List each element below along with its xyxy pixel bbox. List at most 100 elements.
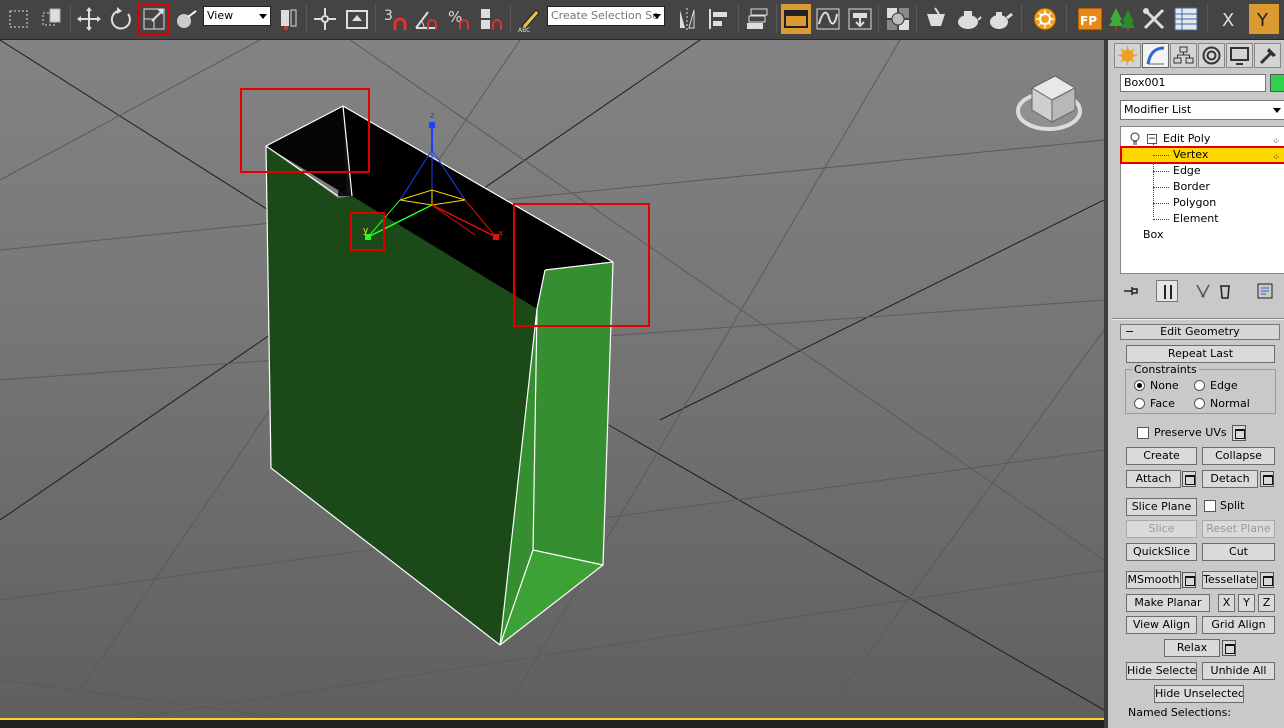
make-planar-x-button[interactable]: X (1218, 594, 1235, 612)
make-planar-z-button[interactable]: Z (1258, 594, 1275, 612)
radio-label: Face (1150, 397, 1175, 410)
constraint-none-radio[interactable] (1134, 380, 1145, 391)
daylight-icon[interactable] (1030, 4, 1060, 34)
repeat-last-button[interactable]: Repeat Last (1126, 345, 1275, 363)
constraint-normal-radio[interactable] (1194, 398, 1205, 409)
view-align-button[interactable]: View Align (1126, 616, 1197, 634)
graphite-ribbon-icon[interactable] (781, 4, 811, 34)
axis-x-constraint-button[interactable]: X (1215, 4, 1245, 34)
spinner-snap-icon[interactable] (476, 4, 506, 34)
hierarchy-tab-icon[interactable] (1170, 43, 1197, 68)
rendered-frame-icon[interactable] (953, 4, 983, 34)
layer-manager-icon[interactable] (743, 4, 773, 34)
constraint-face-radio[interactable] (1134, 398, 1145, 409)
tessellate-settings-icon[interactable] (1260, 572, 1274, 588)
tessellate-button[interactable]: Tessellate (1202, 571, 1258, 589)
select-manipulate-icon[interactable] (310, 4, 340, 34)
stack-item-label: Border (1173, 180, 1210, 193)
render-production-icon[interactable] (985, 4, 1015, 34)
axis-y-constraint-button[interactable]: Y (1249, 4, 1279, 34)
hide-unselected-button[interactable]: Hide Unselected (1154, 685, 1244, 703)
window-crossing-icon[interactable] (38, 4, 68, 34)
grid-align-button[interactable]: Grid Align (1202, 616, 1275, 634)
stack-item-edit-poly[interactable]: − Edit Poly ⁘ (1121, 131, 1284, 147)
slice-button[interactable]: Slice (1126, 520, 1197, 538)
keyboard-shortcut-icon[interactable] (342, 4, 372, 34)
collapse-minus-icon[interactable]: − (1147, 134, 1157, 144)
select-scale-icon[interactable] (138, 3, 170, 35)
svg-text:Y: Y (1256, 10, 1269, 31)
pin-stack-icon[interactable] (1120, 280, 1142, 302)
rectangular-selection-icon[interactable] (4, 4, 34, 34)
tree-scatter-icon[interactable] (1107, 4, 1137, 34)
stack-item-label: Box (1143, 228, 1164, 241)
cut-button[interactable]: Cut (1202, 543, 1275, 561)
select-move-icon[interactable] (74, 4, 104, 34)
mirror-icon[interactable] (672, 4, 702, 34)
create-tab-icon[interactable] (1114, 43, 1141, 68)
msmooth-button[interactable]: MSmooth (1126, 571, 1181, 589)
radio-label: Edge (1210, 379, 1238, 392)
stack-item-element[interactable]: Element (1121, 211, 1284, 227)
perspective-viewport[interactable]: z x y (0, 40, 1104, 720)
rollout-header[interactable]: − Edit Geometry (1120, 324, 1280, 340)
align-icon[interactable] (704, 4, 734, 34)
msmooth-settings-icon[interactable] (1182, 572, 1196, 588)
edit-named-selection-icon[interactable]: ABC (515, 4, 545, 34)
collapse-button[interactable]: Collapse (1202, 447, 1275, 465)
relax-button[interactable]: Relax (1164, 639, 1220, 657)
pivot-center-icon[interactable] (274, 4, 304, 34)
configure-sets-icon[interactable] (1254, 280, 1276, 302)
material-editor-icon[interactable] (883, 4, 913, 34)
attach-button[interactable]: Attach (1126, 470, 1181, 488)
stack-item-box[interactable]: Box (1121, 227, 1284, 243)
motion-tab-icon[interactable] (1198, 43, 1225, 68)
curve-editor-icon[interactable] (813, 4, 843, 34)
reference-coordinate-combo[interactable]: View (203, 6, 271, 26)
stack-item-vertex[interactable]: Vertex ⁘ (1120, 146, 1284, 164)
reset-plane-button[interactable]: Reset Plane (1202, 520, 1275, 538)
svg-text:ABC: ABC (518, 27, 530, 34)
object-color-swatch[interactable] (1270, 74, 1284, 92)
attach-settings-icon[interactable] (1182, 471, 1196, 487)
make-planar-button[interactable]: Make Planar (1126, 594, 1210, 612)
stack-item-border[interactable]: Border (1121, 179, 1284, 195)
split-checkbox[interactable] (1204, 500, 1216, 512)
make-unique-icon[interactable] (1192, 280, 1214, 302)
schematic-view-icon[interactable] (845, 4, 875, 34)
relax-settings-icon[interactable] (1222, 640, 1236, 656)
split-label: Split (1220, 499, 1245, 512)
preserve-uvs-checkbox[interactable] (1137, 427, 1149, 439)
named-selection-combo[interactable]: Create Selection Se (547, 6, 665, 26)
snap-toggle-icon[interactable]: 3 (380, 4, 410, 34)
object-name-field[interactable]: Box001 (1120, 74, 1266, 92)
slice-plane-button[interactable]: Slice Plane (1126, 498, 1197, 516)
spreadsheet-icon[interactable] (1171, 4, 1201, 34)
select-place-icon[interactable] (171, 4, 201, 34)
show-end-result-icon[interactable] (1156, 280, 1178, 302)
constraint-edge-radio[interactable] (1194, 380, 1205, 391)
angle-snap-icon[interactable] (412, 4, 442, 34)
render-setup-icon[interactable] (921, 4, 951, 34)
lightbulb-icon[interactable] (1129, 132, 1141, 146)
utilities-tab-icon[interactable] (1254, 43, 1281, 68)
command-panel: Box001 Modifier List − Edit Poly ⁘ Verte… (1104, 40, 1284, 728)
select-rotate-icon[interactable] (106, 4, 136, 34)
remove-modifier-icon[interactable] (1214, 280, 1236, 302)
quickslice-button[interactable]: QuickSlice (1126, 543, 1197, 561)
percent-snap-icon[interactable]: % (444, 4, 474, 34)
modify-tab-icon[interactable] (1142, 43, 1169, 68)
stack-item-polygon[interactable]: Polygon (1121, 195, 1284, 211)
detach-settings-icon[interactable] (1260, 471, 1274, 487)
modifier-list-dropdown[interactable]: Modifier List (1120, 100, 1284, 120)
forest-pack-icon[interactable]: FP (1075, 4, 1105, 34)
unhide-all-button[interactable]: Unhide All (1202, 662, 1275, 680)
preserve-uvs-settings-icon[interactable] (1232, 425, 1246, 441)
hide-selected-button[interactable]: Hide Selected (1126, 662, 1197, 680)
create-button[interactable]: Create (1126, 447, 1197, 465)
detach-button[interactable]: Detach (1202, 470, 1258, 488)
stack-item-edge[interactable]: Edge (1121, 163, 1284, 179)
display-tab-icon[interactable] (1226, 43, 1253, 68)
tools-icon[interactable] (1139, 4, 1169, 34)
make-planar-y-button[interactable]: Y (1238, 594, 1255, 612)
